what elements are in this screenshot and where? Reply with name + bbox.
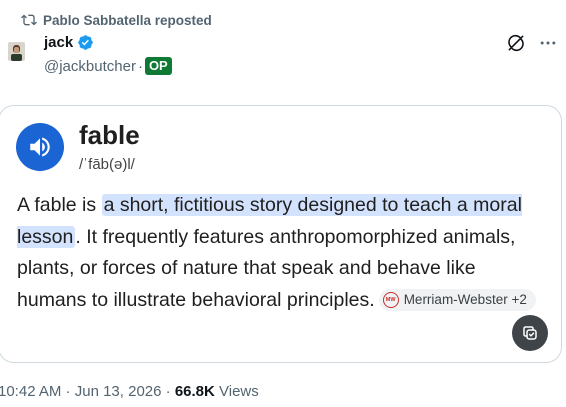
copy-icon [523, 326, 537, 340]
more-options-icon[interactable] [538, 33, 558, 53]
repost-icon [21, 14, 37, 26]
dictionary-card[interactable]: fable /ˈfāb(ə)l/ A fable is a short, fic… [0, 105, 562, 363]
handle-separator: · [137, 57, 143, 75]
meta-separator: · [61, 383, 75, 400]
source-chip[interactable]: MW Merriam-Webster +2 [378, 289, 536, 312]
repost-header[interactable]: Pablo Sabbatella reposted [21, 10, 212, 30]
source-label: Merriam-Webster +2 [403, 292, 527, 308]
author-name-row[interactable]: jack [44, 32, 94, 52]
dictionary-word: fable [79, 120, 140, 150]
grok-icon[interactable] [506, 33, 526, 53]
speaker-button[interactable] [16, 123, 64, 171]
meta-separator: · [161, 383, 175, 400]
avatar-image [8, 42, 25, 61]
speaker-icon [30, 137, 50, 157]
definition-lead: A fable is [17, 194, 102, 216]
views-label: Views [214, 383, 259, 400]
author-handle[interactable]: @jackbutcher [44, 58, 136, 75]
views-count: 66.8K [174, 383, 215, 400]
author-name[interactable]: jack [44, 34, 73, 51]
post-actions [506, 33, 558, 53]
avatar[interactable] [8, 42, 25, 61]
repost-label: Pablo Sabbatella reposted [43, 12, 212, 28]
post-meta: 10:42 AM · Jun 13, 2026 · 66.8K Views [0, 383, 259, 400]
copy-button[interactable] [512, 315, 548, 351]
verified-badge-icon [78, 34, 93, 50]
op-badge: OP [144, 57, 172, 75]
definition-text: A fable is a short, fictitious story des… [17, 190, 547, 316]
post-time[interactable]: 10:42 AM [0, 383, 61, 400]
post-date[interactable]: Jun 13, 2026 [75, 383, 162, 400]
pronunciation: /ˈfāb(ə)l/ [79, 156, 135, 173]
author-handle-row: @jackbutcher · OP [44, 56, 172, 76]
merriam-webster-logo: MW [382, 292, 399, 309]
